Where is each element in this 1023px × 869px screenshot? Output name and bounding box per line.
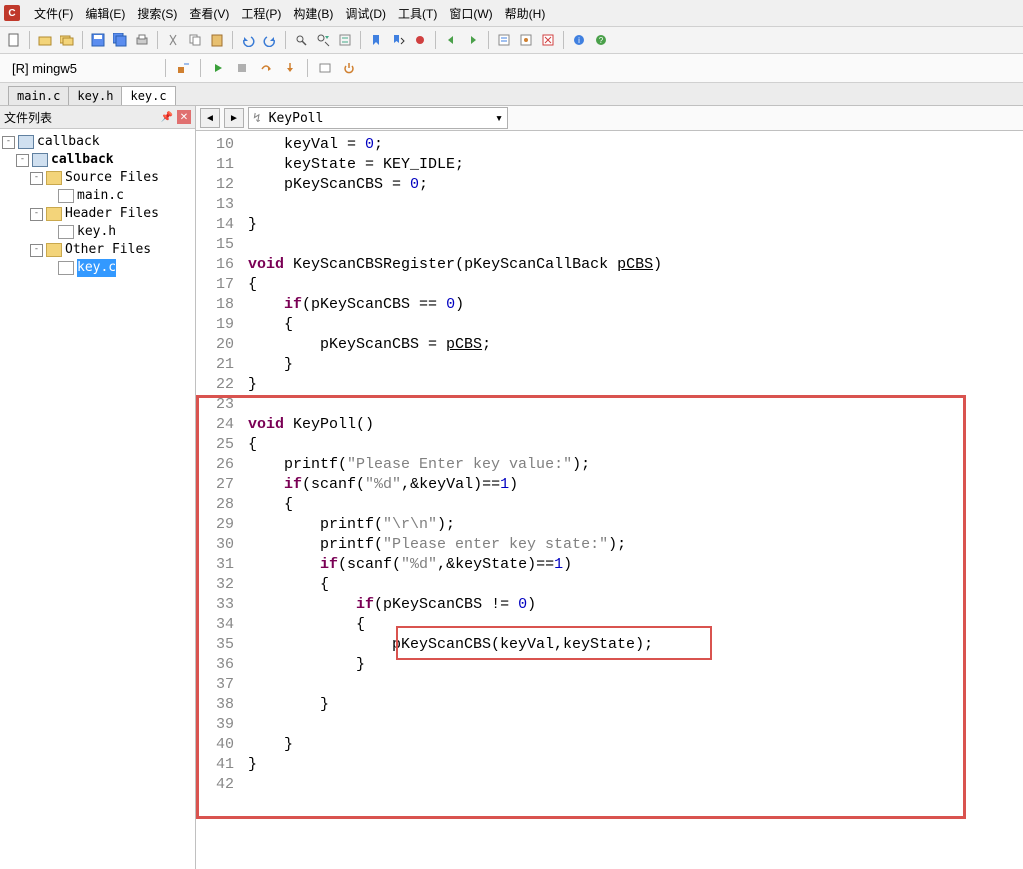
tab-main-c[interactable]: main.c [8,86,69,105]
tab-key-h[interactable]: key.h [68,86,122,105]
menu-help[interactable]: 帮助(H) [499,3,552,24]
menu-project[interactable]: 工程(P) [235,3,287,24]
paste-icon[interactable] [207,30,227,50]
help-icon[interactable]: ? [591,30,611,50]
menu-window[interactable]: 窗口(W) [443,3,498,24]
project-tree[interactable]: -callback -callback -Source Files main.c… [0,129,195,869]
function-dropdown-value: KeyPoll [269,111,324,126]
tab-key-c[interactable]: key.c [121,86,175,105]
expander-icon[interactable]: - [2,136,15,149]
cut-icon[interactable] [163,30,183,50]
menu-edit[interactable]: 编辑(E) [79,3,131,24]
svg-text:i: i [578,36,580,45]
tree-workspace[interactable]: callback [37,133,100,151]
tree-project[interactable]: callback [51,151,114,169]
copy-icon[interactable] [185,30,205,50]
rebuild-icon[interactable] [538,30,558,50]
build-icon[interactable] [516,30,536,50]
close-sidebar-icon[interactable]: ✕ [177,110,191,124]
tree-main-c[interactable]: main.c [77,187,124,205]
bookmark-icon[interactable] [366,30,386,50]
redo-icon[interactable] [260,30,280,50]
tree-other-files[interactable]: Other Files [65,241,151,259]
build-toolbar: [R] mingw5 [0,53,1023,83]
nav-forward-icon[interactable] [463,30,483,50]
func-icon: ↯ [253,111,261,126]
step-over-icon[interactable] [256,58,276,78]
open-all-icon[interactable] [57,30,77,50]
folder-icon [46,207,62,221]
editor-area: ◄ ► ↯ KeyPoll ▾ 101112131415161718192021… [196,106,1023,869]
nav-back-icon[interactable] [441,30,461,50]
stop-icon[interactable] [232,58,252,78]
menu-view[interactable]: 查看(V) [183,3,235,24]
folder-icon [46,243,62,257]
project-icon [32,153,48,167]
tree-key-h[interactable]: key.h [77,223,116,241]
expander-icon[interactable]: - [30,244,43,257]
replace-icon[interactable] [335,30,355,50]
expander-icon[interactable]: - [30,208,43,221]
find-next-icon[interactable] [313,30,333,50]
bookmark-next-icon[interactable] [388,30,408,50]
save-all-icon[interactable] [110,30,130,50]
function-bar: ◄ ► ↯ KeyPoll ▾ [196,106,1023,131]
pin-icon[interactable]: 📌 [161,112,173,123]
menu-tool[interactable]: 工具(T) [392,3,443,24]
menu-search[interactable]: 搜索(S) [131,3,183,24]
save-icon[interactable] [88,30,108,50]
main-toolbar: i ? [0,27,1023,53]
nav-prev-func-icon[interactable]: ◄ [200,108,220,128]
run-icon[interactable] [208,58,228,78]
info-icon[interactable]: i [569,30,589,50]
expander-icon[interactable]: - [16,154,29,167]
compile-icon[interactable] [494,30,514,50]
tree-header-files[interactable]: Header Files [65,205,159,223]
expander-icon[interactable]: - [30,172,43,185]
line-number-gutter: 1011121314151617181920212223242526272829… [196,131,244,869]
c-file-icon [58,261,74,275]
code-editor[interactable]: 1011121314151617181920212223242526272829… [196,131,1023,869]
step-into-icon[interactable] [280,58,300,78]
debug-window-icon[interactable] [315,58,335,78]
build-target-select[interactable]: [R] mingw5 [6,58,158,78]
h-file-icon [58,225,74,239]
folder-icon [46,171,62,185]
function-dropdown[interactable]: ↯ KeyPoll ▾ [248,107,508,129]
tree-source-files[interactable]: Source Files [65,169,159,187]
document-tabstrip: main.c key.h key.c [0,83,1023,106]
menu-bar: C 文件(F) 编辑(E) 搜索(S) 查看(V) 工程(P) 构建(B) 调试… [0,0,1023,27]
workspace-icon [18,135,34,149]
chevron-down-icon: ▾ [495,111,503,126]
menu-debug[interactable]: 调试(D) [339,3,392,24]
nav-next-func-icon[interactable]: ► [224,108,244,128]
print-icon[interactable] [132,30,152,50]
menu-build[interactable]: 构建(B) [287,3,339,24]
svg-text:?: ? [599,36,604,45]
undo-icon[interactable] [238,30,258,50]
sidebar-header: 文件列表 📌 ✕ [0,106,195,129]
tree-key-c[interactable]: key.c [77,259,116,277]
sidebar: 文件列表 📌 ✕ -callback -callback -Source Fil… [0,106,196,869]
find-icon[interactable] [291,30,311,50]
build-run-icon[interactable] [173,58,193,78]
open-folder-icon[interactable] [35,30,55,50]
sidebar-title: 文件列表 [4,109,52,126]
stop-debug-icon[interactable] [339,58,359,78]
c-file-icon [58,189,74,203]
code-body[interactable]: keyVal = 0; keyState = KEY_IDLE; pKeySca… [244,131,1023,869]
menu-file[interactable]: 文件(F) [28,3,79,24]
app-icon: C [4,5,20,21]
new-file-icon[interactable] [4,30,24,50]
breakpoint-icon[interactable] [410,30,430,50]
